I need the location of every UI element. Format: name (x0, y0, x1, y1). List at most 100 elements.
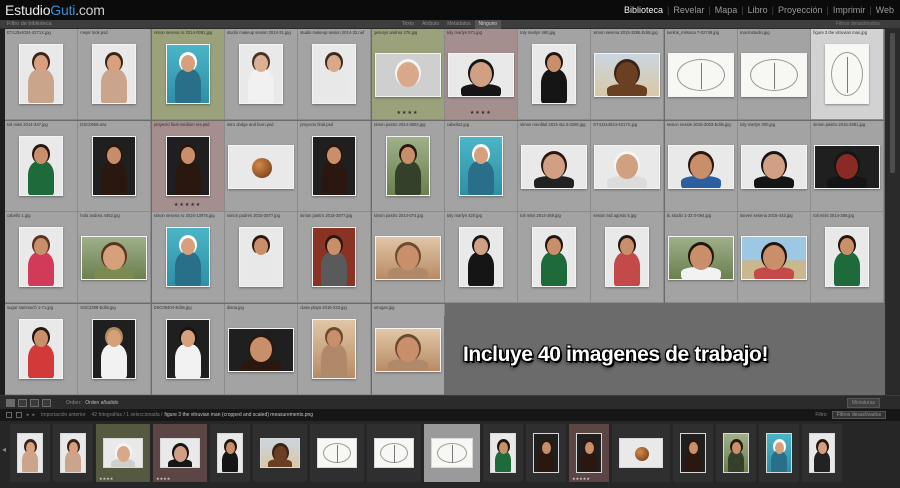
filmstrip-thumbnail[interactable] (533, 433, 559, 473)
filmstrip-thumbnail[interactable] (766, 433, 792, 473)
photo-thumbnail[interactable] (312, 135, 357, 196)
filmstrip-thumbnail[interactable] (809, 433, 835, 473)
filmstrip-thumbnail[interactable] (680, 433, 706, 473)
photo-thumbnail[interactable] (667, 53, 734, 97)
grid-cell[interactable]: studio makeup sesion 2014-31.jpg (224, 29, 298, 120)
grid-view-button[interactable] (6, 398, 15, 407)
grid-cell[interactable]: cabello 1.jpg (5, 212, 78, 303)
photo-thumbnail[interactable] (447, 53, 514, 97)
photo-thumbnail[interactable] (19, 318, 63, 379)
filmstrip-thumbnail[interactable] (103, 438, 143, 468)
grid-cell[interactable]: toly marlyn 300.jpg (738, 120, 811, 212)
photo-thumbnail[interactable] (385, 135, 430, 196)
photo-thumbnail[interactable] (227, 327, 294, 372)
module-imprimir[interactable]: Imprimir (831, 5, 868, 15)
photo-thumbnail[interactable] (165, 318, 210, 379)
grid-cell[interactable]: toly marlyn 571.jpg ★★★★ (444, 29, 518, 120)
filter-tab-ninguno[interactable]: Ninguno (474, 20, 502, 29)
filter-tab-metadatos[interactable]: Metadatos (443, 20, 474, 29)
filmstrip-thumbnail[interactable] (490, 433, 516, 473)
filmstrip-cell[interactable] (759, 424, 799, 482)
star-rating[interactable]: ★★★★ (372, 110, 444, 116)
grid-cell[interactable]: simon sesena ro 2016-13976.jpg (151, 212, 225, 303)
photo-thumbnail[interactable] (19, 44, 63, 104)
filmstrip-thumbnail[interactable] (374, 438, 414, 468)
photo-thumbnail[interactable] (238, 44, 283, 104)
photo-thumbnail[interactable] (594, 53, 661, 97)
grid-cell[interactable]: ET4J3x4024-4271X.jpg (5, 29, 78, 120)
photo-thumbnail[interactable] (238, 227, 283, 287)
photo-thumbnail[interactable] (19, 227, 63, 287)
photo-thumbnail[interactable] (165, 227, 210, 287)
photo-thumbnail[interactable] (741, 53, 807, 97)
loupe-view-button[interactable] (18, 398, 27, 407)
filmstrip-thumbnail[interactable] (723, 433, 749, 473)
grid-cell[interactable]: simon merdital 2015 sta 3-3286.jpg (518, 120, 592, 212)
module-revelar[interactable]: Revelar (671, 5, 706, 15)
filmstrip-thumbnail[interactable] (160, 438, 200, 468)
photo-thumbnail[interactable] (825, 44, 870, 104)
grid-cell[interactable]: clase playa 2016-223.jpg (298, 303, 372, 395)
filmstrip-cell[interactable] (802, 424, 842, 482)
star-rating[interactable]: ★★★★★ (152, 202, 224, 208)
photo-thumbnail[interactable] (532, 44, 577, 104)
photo-thumbnail[interactable] (227, 144, 294, 189)
forward-arrow-icon[interactable]: ▸ (33, 412, 36, 418)
grid-cell[interactable]: ET4J3x4024-4217X.jpg (591, 120, 665, 212)
filmstrip-cell[interactable] (716, 424, 756, 482)
photo-thumbnail[interactable] (521, 144, 588, 189)
photo-thumbnail[interactable] (741, 236, 807, 280)
grid-cell[interactable]: hola andrea 4452.jpg (78, 212, 152, 303)
grid-cell[interactable]: steven sesena 2015-443.jpg (738, 212, 811, 303)
photo-thumbnail[interactable] (667, 144, 734, 189)
module-mapa[interactable]: Mapa (713, 5, 740, 15)
grid-cell[interactable]: studio makeup sesion 2014-32.nef (298, 29, 372, 120)
photo-thumbnail[interactable] (605, 227, 650, 287)
filmstrip-thumbnail[interactable] (619, 438, 663, 468)
filmstrip-cell[interactable] (53, 424, 93, 482)
studio-logo[interactable]: EstudioGuti.com (5, 2, 105, 18)
grid-icon[interactable] (16, 412, 22, 418)
grid-cell[interactable]: SSC2398-Edits.jpg (78, 303, 152, 395)
compare-view-button[interactable] (30, 398, 39, 407)
filter-select[interactable]: Filtros desactivados (831, 411, 886, 419)
secondary-window-icon[interactable] (6, 412, 12, 418)
grid-cell[interactable]: simon pastro 2014-074.jpg (371, 212, 445, 303)
grid-cell[interactable]: toli miss 2014-269.jpg (518, 212, 592, 303)
photo-thumbnail[interactable] (165, 44, 210, 104)
filmstrip-cell[interactable]: ★★★★★ (569, 424, 609, 482)
grid-cell[interactable]: sesion tod agosto 5.jpg (591, 212, 665, 303)
grid-scrollbar[interactable] (885, 29, 900, 395)
grid-cell[interactable]: sesion nessle 2015-3003-Edits.jpg (664, 120, 738, 212)
module-biblioteca[interactable]: Biblioteca (622, 5, 665, 15)
grid-cell[interactable]: simon sesena ro 2014-0091.jpg (151, 29, 225, 120)
filmstrip-cell[interactable]: ★★★★ (96, 424, 150, 482)
grid-cell[interactable]: diana.jpg (224, 303, 298, 395)
photo-thumbnail[interactable] (532, 227, 577, 287)
photo-thumbnail[interactable] (458, 227, 503, 287)
photo-thumbnail[interactable] (312, 44, 357, 104)
filmstrip-thumbnail[interactable] (60, 433, 86, 473)
filmstrip-cell[interactable] (673, 424, 713, 482)
photo-thumbnail[interactable] (741, 144, 807, 189)
photo-thumbnail[interactable] (81, 236, 148, 280)
grid-cell[interactable]: mejor look.psd (78, 29, 152, 120)
photo-thumbnail[interactable] (814, 144, 881, 189)
photo-thumbnail[interactable] (312, 227, 357, 287)
grid-cell[interactable]: toli miss 2014-389.jpg (811, 212, 885, 303)
photo-thumbnail[interactable] (92, 135, 137, 196)
photo-thumbnail[interactable] (92, 318, 137, 379)
photo-thumbnail[interactable] (667, 236, 734, 280)
grid-cell[interactable]: intro dodge and burn.psd (224, 120, 298, 212)
filmstrip-cell[interactable] (210, 424, 250, 482)
grid-cell[interactable]: arrugas.jpg (371, 303, 445, 395)
filmstrip-cell[interactable] (483, 424, 523, 482)
grid-cell[interactable]: toly marlyn 460.jpg (518, 29, 592, 120)
filmstrip-cell[interactable] (526, 424, 566, 482)
filmstrip-cell[interactable] (367, 424, 421, 482)
filter-tab-atributo[interactable]: Atributo (418, 20, 443, 29)
grid-cell[interactable]: macrostudio.jpg (738, 29, 811, 120)
source-label[interactable]: Importación anterior (41, 412, 85, 418)
grid-cell[interactable]: gesurys andrea 276.jpg ★★★★ (371, 29, 445, 120)
filmstrip-thumbnail[interactable] (260, 438, 300, 468)
